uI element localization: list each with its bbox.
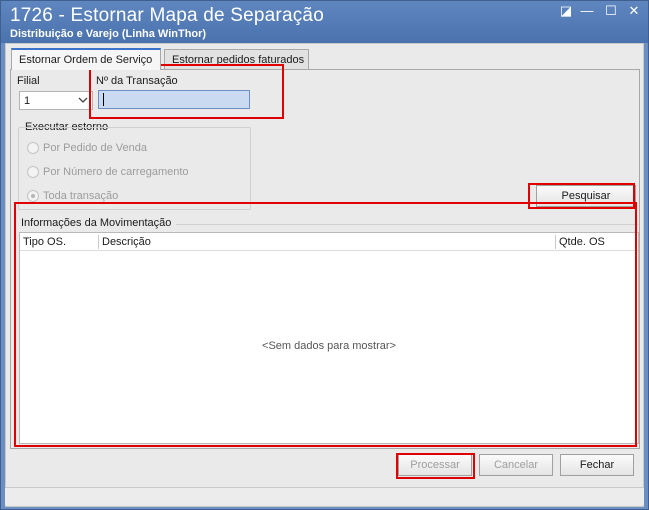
pesquisar-button[interactable]: Pesquisar: [536, 185, 636, 207]
transacao-label: Nº da Transação: [96, 75, 178, 87]
filial-value: 1: [24, 95, 31, 107]
text-caret: [103, 93, 104, 106]
radio-label: Toda transação: [43, 190, 119, 202]
tab-estornar-pedidos-faturados[interactable]: Estornar pedidos faturados: [164, 49, 309, 70]
grid-header: Tipo OS. Descrição Qtde. OS: [20, 233, 638, 251]
radio-label: Por Pedido de Venda: [43, 142, 147, 154]
column-header[interactable]: Tipo OS.: [23, 236, 66, 248]
tab-estornar-ordem-servico[interactable]: Estornar Ordem de Serviço: [11, 48, 161, 70]
divider: [176, 224, 638, 225]
processar-button[interactable]: Processar: [398, 454, 472, 476]
radio-button[interactable]: [27, 190, 39, 202]
window-title: 1726 - Estornar Mapa de Separação: [10, 5, 324, 26]
movimentacao-title: Informações da Movimentação: [21, 217, 172, 229]
restore-icon[interactable]: ◪: [557, 4, 575, 18]
column-header[interactable]: Qtde. OS: [559, 236, 605, 248]
close-icon[interactable]: ✕: [625, 4, 643, 18]
radio-button[interactable]: [27, 166, 39, 178]
transacao-input[interactable]: [98, 90, 250, 109]
movimentacao-grid[interactable]: Tipo OS. Descrição Qtde. OS <Sem dados p…: [19, 232, 639, 444]
app-window: 1726 - Estornar Mapa de Separação Distri…: [0, 0, 649, 510]
column-header[interactable]: Descrição: [102, 236, 151, 248]
maximize-icon[interactable]: ☐: [602, 4, 620, 18]
window-subtitle: Distribuição e Varejo (Linha WinThor): [10, 28, 207, 40]
cancelar-button[interactable]: Cancelar: [479, 454, 553, 476]
column-divider: [98, 235, 99, 249]
estorno-group: Por Pedido de Venda Por Número de carreg…: [18, 127, 251, 210]
fechar-button[interactable]: Fechar: [560, 454, 634, 476]
column-divider: [555, 235, 556, 249]
tab-panel: Filial 1 Nº da Transação Executar estorn…: [10, 69, 640, 449]
form-body: Estornar Ordem de Serviço Estornar pedid…: [5, 43, 644, 507]
radio-label: Por Número de carregamento: [43, 166, 189, 178]
radio-button[interactable]: [27, 142, 39, 154]
title-bar: 1726 - Estornar Mapa de Separação Distri…: [1, 1, 648, 43]
filial-label: Filial: [17, 75, 40, 87]
status-bar: [5, 487, 644, 505]
minimize-icon[interactable]: —: [578, 4, 596, 18]
empty-grid-message: <Sem dados para mostrar>: [262, 340, 396, 352]
chevron-down-icon[interactable]: [78, 93, 88, 110]
filial-select[interactable]: 1: [19, 91, 93, 110]
